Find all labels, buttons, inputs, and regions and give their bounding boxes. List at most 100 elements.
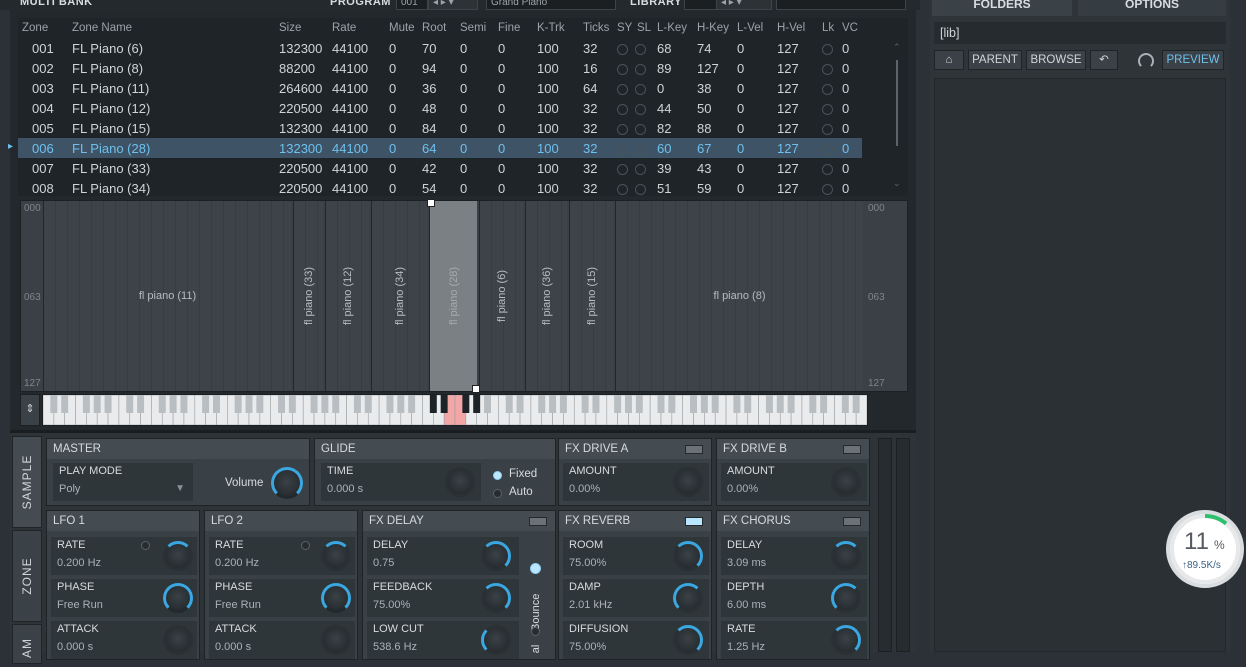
keymap-zone[interactable]: fl piano (12) <box>325 201 369 391</box>
piano-black-key[interactable] <box>408 395 416 413</box>
zone-keymap[interactable]: 000 063 127 000 063 127 fl piano (11) fl … <box>20 199 908 393</box>
zone-resize-handle[interactable] <box>427 199 435 207</box>
undo-button[interactable]: ↶ <box>1090 50 1118 70</box>
piano-black-key[interactable] <box>549 395 557 413</box>
piano-black-key[interactable] <box>234 395 242 413</box>
column-header[interactable]: H-Key <box>697 18 737 38</box>
piano-black-key[interactable] <box>711 395 719 413</box>
fx-drive-a-amount[interactable]: AMOUNT 0.00% <box>563 463 709 501</box>
piano-black-key[interactable] <box>625 395 632 413</box>
piano-black-key[interactable] <box>505 395 513 413</box>
piano-black-key[interactable] <box>841 395 849 413</box>
loop-toggle[interactable] <box>635 103 646 115</box>
column-header[interactable]: H-Vel <box>777 18 822 38</box>
tab-zone[interactable]: ZONE <box>12 530 42 622</box>
piano-black-key[interactable] <box>104 395 112 413</box>
tab-folders[interactable]: FOLDERS <box>932 0 1072 16</box>
piano-black-key[interactable] <box>538 395 546 413</box>
library-field[interactable] <box>684 0 718 10</box>
zone-row[interactable]: 005 FL Piano (15) 132300 44100 0 84 0 0 100 32 82 8… <box>18 118 862 138</box>
fx-delay-toggle[interactable] <box>529 517 547 526</box>
lock-toggle-dot[interactable] <box>822 163 833 175</box>
sync-toggle[interactable] <box>617 143 628 155</box>
program-nav-arrows[interactable]: ◂ ▸ ▾ <box>428 0 478 10</box>
folder-path[interactable]: [lib] <box>934 22 1226 44</box>
zone-row[interactable]: ▸ 006 FL Piano (28) 132300 44100 0 64 0 0 100 32 60… <box>8 138 862 158</box>
fx-reverb-room-knob[interactable] <box>673 541 703 571</box>
piano-black-key[interactable] <box>852 395 860 413</box>
keymap-zone[interactable]: fl piano (28) <box>427 199 480 393</box>
piano-black-key[interactable] <box>516 395 524 413</box>
piano-keys[interactable] <box>42 394 868 426</box>
piano-black-key[interactable] <box>700 395 708 413</box>
sync-toggle[interactable] <box>617 103 628 115</box>
fx-reverb-room[interactable]: ROOM 75.00% <box>563 537 709 575</box>
play-mode-control[interactable]: PLAY MODE Poly ▼ <box>53 463 193 501</box>
piano-keyboard[interactable] <box>42 394 868 426</box>
column-header[interactable]: Zone Name <box>72 18 279 38</box>
keymap-zone[interactable]: fl piano (34) <box>371 201 427 391</box>
piano-black-key[interactable] <box>592 395 600 413</box>
column-header[interactable]: Rate <box>332 18 389 38</box>
piano-black-key[interactable] <box>473 395 481 413</box>
loop-toggle[interactable] <box>635 63 646 75</box>
keymap-zone[interactable]: fl piano (6) <box>479 201 523 391</box>
piano-black-key[interactable] <box>180 395 188 413</box>
column-header[interactable]: L-Vel <box>737 18 777 38</box>
lfo2-phase-knob[interactable] <box>321 583 351 613</box>
piano-black-key[interactable] <box>353 395 361 413</box>
keymap-zone[interactable]: fl piano (15) <box>569 201 613 391</box>
program-name[interactable]: Grand Piano <box>486 0 616 10</box>
piano-black-key[interactable] <box>440 395 448 413</box>
chevron-down-icon[interactable]: ▼ <box>175 483 185 494</box>
piano-black-key[interactable] <box>202 395 210 413</box>
lock-toggle-dot[interactable] <box>822 103 833 115</box>
piano-black-key[interactable] <box>809 395 817 413</box>
piano-black-key[interactable] <box>765 395 773 413</box>
fx-delay-feedback[interactable]: FEEDBACK 75.00% <box>367 579 519 617</box>
piano-black-key[interactable] <box>364 395 372 413</box>
column-header[interactable]: Semi <box>460 18 498 38</box>
piano-black-key[interactable] <box>137 395 145 413</box>
fx-reverb-diffusion[interactable]: DIFFUSION 75.00% <box>563 621 709 659</box>
zone-row[interactable]: 002 FL Piano (8) 88200 44100 0 94 0 0 100 16 89 127… <box>18 58 862 78</box>
glide-fixed-radio[interactable] <box>493 471 502 480</box>
column-header[interactable]: L-Key <box>657 18 697 38</box>
fx-drive-a-knob[interactable] <box>673 467 703 497</box>
preview-button[interactable]: PREVIEW <box>1162 50 1224 70</box>
lfo2-attack-knob[interactable] <box>321 625 351 655</box>
column-header[interactable]: Lk <box>822 18 842 38</box>
library-nav-arrows[interactable]: ◂ ▸ ▾ <box>716 0 772 10</box>
piano-black-key[interactable] <box>429 395 437 413</box>
zone-row[interactable]: 008 FL Piano (34) 220500 44100 0 54 0 0 100 32 51 5… <box>18 178 862 198</box>
lock-toggle-dot[interactable] <box>822 43 833 55</box>
piano-black-key[interactable] <box>657 395 665 413</box>
piano-black-key[interactable] <box>787 395 795 413</box>
piano-black-key[interactable] <box>397 395 405 413</box>
loop-toggle[interactable] <box>635 43 646 55</box>
sync-toggle[interactable] <box>617 83 628 95</box>
fx-delay-lowcut[interactable]: LOW CUT 538.6 Hz <box>367 621 519 659</box>
piano-black-key[interactable] <box>462 395 470 413</box>
tab-options[interactable]: OPTIONS <box>1078 0 1226 16</box>
table-scrollbar[interactable]: ⌃ ⌄ <box>893 42 902 192</box>
lfo2-attack[interactable]: ATTACK 0.000 s <box>209 621 355 659</box>
piano-black-key[interactable] <box>256 395 264 413</box>
lfo1-rate-knob[interactable] <box>163 541 193 571</box>
fx-chorus-delay-knob[interactable] <box>831 541 861 571</box>
piano-black-key[interactable] <box>82 395 90 413</box>
column-header[interactable]: SL <box>637 18 657 38</box>
column-header[interactable]: SY <box>617 18 637 38</box>
sync-toggle[interactable] <box>617 183 628 195</box>
column-header[interactable]: Size <box>279 18 332 38</box>
volume-knob[interactable] <box>271 467 303 499</box>
column-header[interactable]: Fine <box>498 18 537 38</box>
loop-toggle[interactable] <box>635 123 646 135</box>
piano-black-key[interactable] <box>158 395 166 413</box>
piano-black-key[interactable] <box>559 395 567 413</box>
fx-reverb-toggle[interactable] <box>685 517 703 526</box>
piano-black-key[interactable] <box>288 395 296 413</box>
zone-row[interactable]: 004 FL Piano (12) 220500 44100 0 48 0 0 100 32 44 5… <box>18 98 862 118</box>
column-header[interactable]: Mute <box>389 18 422 38</box>
sync-toggle[interactable] <box>617 163 628 175</box>
